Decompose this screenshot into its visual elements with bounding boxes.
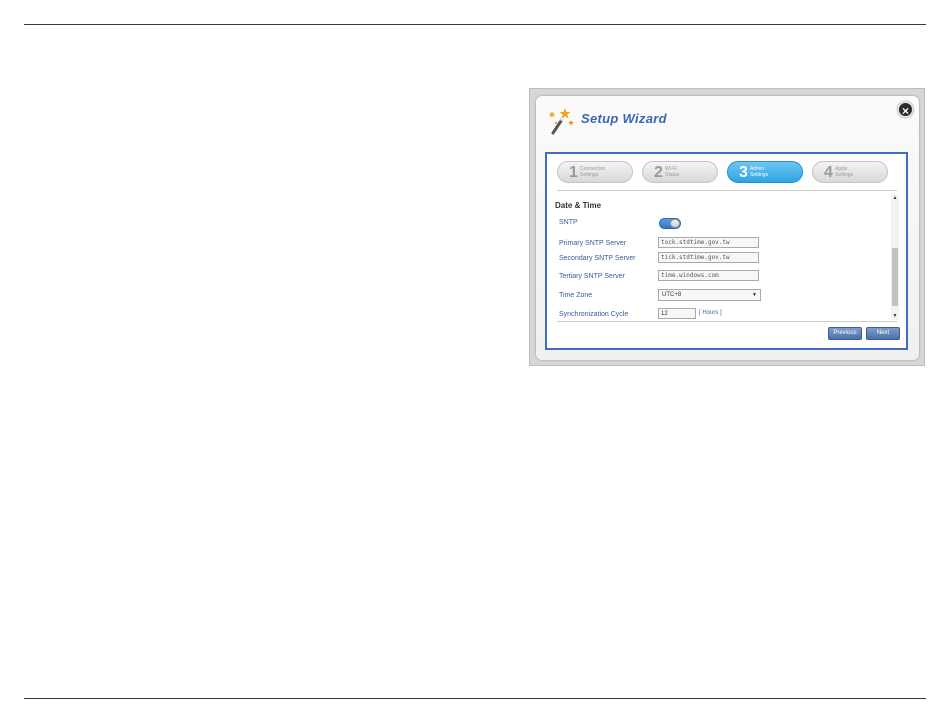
step-connection-settings[interactable]: 1 Connection Settings	[557, 161, 633, 183]
step-label: Wi-Fi Status	[665, 166, 680, 178]
tertiary-sntp-label: Tertiary SNTP Server	[559, 273, 625, 280]
step-admin-settings[interactable]: 3 Admin Settings	[727, 161, 803, 183]
time-zone-label: Time Zone	[559, 292, 593, 299]
time-zone-select[interactable]: UTC+8 ▼	[658, 289, 761, 301]
step-wifi-status[interactable]: 2 Wi-Fi Status	[642, 161, 718, 183]
scrollbar[interactable]: ▲ ▼	[891, 194, 899, 320]
sntp-label: SNTP	[559, 219, 578, 226]
wizard-steps: 1 Connection Settings 2 Wi-Fi Status 3 Adm…	[557, 161, 897, 185]
primary-sntp-input[interactable]: tock.stdtime.gov.tw	[658, 237, 759, 248]
step-label: Apply Settings	[835, 166, 854, 178]
sntp-toggle[interactable]	[659, 218, 681, 229]
steps-divider	[557, 190, 897, 191]
step-label: Admin Settings	[750, 166, 769, 178]
page-top-rule	[24, 24, 926, 25]
close-icon[interactable]: ×	[897, 101, 914, 118]
setup-wizard-dialog: Setup Wizard × 1 Connection Settings 2 Wi…	[536, 96, 919, 360]
secondary-sntp-label: Secondary SNTP Server	[559, 255, 636, 262]
wizard-title: Setup Wizard	[581, 111, 667, 126]
chevron-down-icon: ▼	[752, 292, 757, 298]
step-number: 3	[739, 164, 748, 181]
date-time-form: Date & Time SNTP Primary SNTP Server toc…	[547, 194, 893, 320]
section-title: Date & Time	[555, 201, 602, 210]
sync-cycle-input[interactable]: 12	[658, 308, 696, 319]
wizard-panel: 1 Connection Settings 2 Wi-Fi Status 3 Adm…	[545, 152, 908, 350]
step-number: 4	[824, 164, 833, 181]
toggle-knob	[670, 219, 680, 228]
secondary-sntp-input[interactable]: tick.stdtime.gov.tw	[658, 252, 759, 263]
scroll-thumb[interactable]	[892, 248, 898, 306]
time-zone-value: UTC+8	[662, 292, 682, 298]
sync-cycle-label: Synchronization Cycle	[559, 311, 629, 318]
screenshot-frame: Setup Wizard × 1 Connection Settings 2 Wi…	[529, 88, 925, 366]
sync-cycle-unit: [ Hours ]	[699, 310, 722, 316]
magic-wand-icon	[548, 108, 574, 135]
arrow-down-icon[interactable]: ▼	[891, 312, 899, 320]
arrow-up-icon[interactable]: ▲	[891, 194, 899, 202]
step-number: 2	[654, 164, 663, 181]
previous-button[interactable]: Previous	[828, 327, 862, 340]
page-bottom-rule	[24, 698, 926, 699]
tertiary-sntp-input[interactable]: time.windows.com	[658, 270, 759, 281]
step-number: 1	[569, 164, 578, 181]
step-label: Connection Settings	[580, 166, 606, 178]
step-apply-settings[interactable]: 4 Apply Settings	[812, 161, 888, 183]
primary-sntp-label: Primary SNTP Server	[559, 240, 627, 247]
next-button[interactable]: Next	[866, 327, 900, 340]
footer-divider	[557, 321, 897, 322]
